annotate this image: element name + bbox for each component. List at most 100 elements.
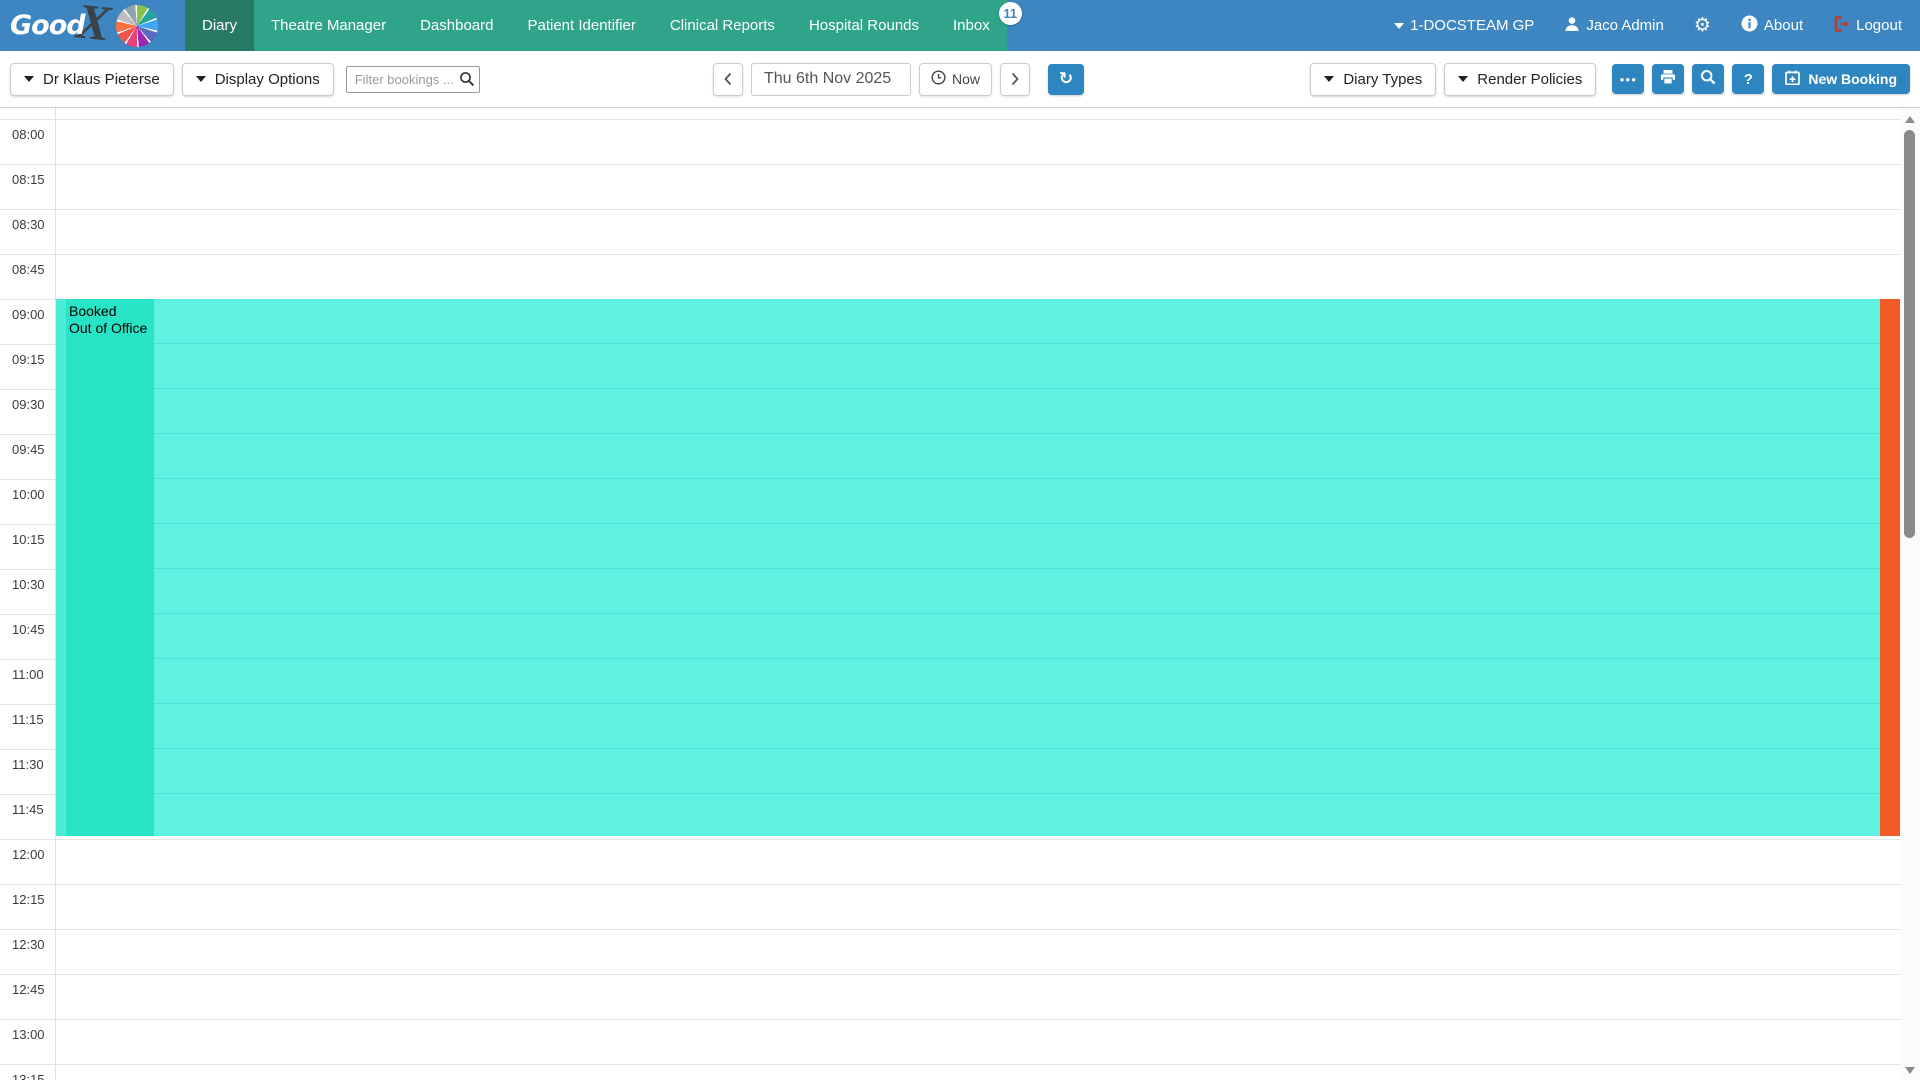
time-label: 10:30 [0, 570, 55, 614]
time-label: 08:15 [0, 165, 55, 209]
nav-item-dashboard[interactable]: Dashboard [403, 0, 510, 51]
vertical-scrollbar[interactable] [1900, 108, 1920, 1080]
time-label: 09:45 [0, 435, 55, 479]
help-button[interactable]: ? [1732, 64, 1764, 94]
nav-item-clinical-reports[interactable]: Clinical Reports [653, 0, 792, 51]
about-label: About [1764, 17, 1803, 34]
display-options-label: Display Options [215, 71, 320, 88]
time-label: 08:30 [0, 210, 55, 254]
time-label: 13:15 [0, 1065, 55, 1080]
logout-label: Logout [1856, 17, 1902, 34]
caret-down-icon [1324, 76, 1334, 82]
search-icon[interactable] [459, 71, 475, 92]
printer-icon [1660, 69, 1676, 90]
time-label: 12:45 [0, 975, 55, 1019]
date-display[interactable]: Thu 6th Nov 2025 [751, 63, 911, 96]
question-mark-icon: ? [1744, 71, 1753, 88]
search-icon [1700, 69, 1716, 90]
booking-status-strip [56, 299, 154, 836]
time-label: 11:30 [0, 750, 55, 794]
booking-block[interactable]: Booked Out of Office [56, 299, 1900, 836]
user-menu[interactable]: Jaco Admin [1564, 16, 1664, 36]
time-slot-row: 12:45 [0, 974, 1900, 1019]
time-slot-row: 08:15 [0, 164, 1900, 209]
render-policies-dropdown[interactable]: Render Policies [1444, 63, 1596, 96]
nav-item-label: Clinical Reports [670, 17, 775, 34]
diary-slot-cell[interactable] [55, 210, 1900, 254]
display-options-dropdown[interactable]: Display Options [182, 63, 334, 96]
goodx-logo-text: Good [10, 10, 85, 41]
diary-slot-cell[interactable] [55, 1065, 1900, 1080]
practice-name: 1-DOCSTEAM GP [1410, 17, 1534, 34]
diary-slot-cell[interactable] [55, 165, 1900, 209]
print-button[interactable] [1652, 64, 1684, 94]
search-booking-button[interactable] [1692, 64, 1724, 94]
time-label: 11:45 [0, 795, 55, 839]
time-label: 12:15 [0, 885, 55, 929]
time-label: 12:30 [0, 930, 55, 974]
nav-item-inbox[interactable]: Inbox11 [936, 0, 1007, 51]
top-navigation-bar: Good X Diary Theatre Manager DashboardPati… [0, 0, 1920, 51]
previous-day-button[interactable] [713, 63, 743, 96]
settings-button[interactable]: ⚙ [1694, 16, 1711, 35]
next-day-button[interactable] [1000, 63, 1030, 96]
user-icon [1564, 16, 1580, 36]
time-slot-row: 13:00 [0, 1019, 1900, 1064]
time-label: 10:45 [0, 615, 55, 659]
nav-item-patient-identifier[interactable]: Patient Identifier [510, 0, 652, 51]
gear-icon: ⚙ [1694, 16, 1711, 35]
diary-slot-cell[interactable] [55, 840, 1900, 884]
diary-slot-cell[interactable] [55, 885, 1900, 929]
diary-slot-cell[interactable] [55, 120, 1900, 164]
practice-selector[interactable]: 1-DOCSTEAM GP [1394, 17, 1534, 34]
diary-slot-cell[interactable] [55, 1020, 1900, 1064]
new-booking-label: New Booking [1808, 71, 1897, 87]
nav-item-diary[interactable]: Diary [185, 0, 254, 51]
main-nav-menu: Diary Theatre Manager DashboardPatient Ide… [185, 0, 1007, 51]
nav-item-theatre-manager[interactable]: Theatre Manager [254, 0, 403, 51]
inbox-badge: 11 [999, 2, 1022, 25]
info-icon [1741, 15, 1758, 36]
about-link[interactable]: About [1741, 15, 1803, 36]
diary-calendar: 08:0008:1508:3008:4509:0009:1509:3009:45… [0, 107, 1920, 1080]
time-slot-row: 12:30 [0, 929, 1900, 974]
scroll-up-arrow-icon[interactable] [1905, 116, 1915, 123]
diary-slot-cell[interactable] [55, 255, 1900, 299]
nav-item-label: Theatre Manager [271, 17, 386, 34]
toolbar-right-group: Diary Types Render Policies ●●● ? New Bo… [1310, 51, 1910, 107]
refresh-button[interactable]: ↻ [1048, 64, 1084, 95]
diary-types-dropdown[interactable]: Diary Types [1310, 63, 1436, 96]
booking-right-strip [1880, 299, 1900, 836]
diary-slot-cell[interactable] [55, 930, 1900, 974]
scrollbar-thumb[interactable] [1904, 130, 1915, 538]
time-slot-row: 13:15 [0, 1064, 1900, 1080]
nav-item-label: Inbox [953, 17, 990, 34]
now-button[interactable]: Now [919, 63, 992, 96]
goodx-logo[interactable]: Good X [0, 0, 185, 51]
time-label: 09:00 [0, 300, 55, 344]
calendar-plus-icon [1785, 70, 1800, 88]
goodx-pinwheel-icon [116, 5, 158, 47]
nav-item-hospital-rounds[interactable]: Hospital Rounds [792, 0, 936, 51]
time-slot-row: 08:30 [0, 209, 1900, 254]
diary-slot-cell[interactable] [55, 975, 1900, 1019]
ellipsis-icon: ●●● [1620, 75, 1638, 84]
time-label: 10:00 [0, 480, 55, 524]
caret-down-icon [196, 76, 206, 82]
doctor-dropdown[interactable]: Dr Klaus Pieterse [10, 63, 174, 96]
render-policies-label: Render Policies [1477, 71, 1582, 88]
time-label: 12:00 [0, 840, 55, 884]
now-label: Now [952, 71, 980, 87]
filter-bookings-wrap [346, 66, 480, 93]
new-booking-button[interactable]: New Booking [1772, 64, 1910, 94]
toolbar-left-group: Dr Klaus Pieterse Display Options [10, 51, 480, 107]
caret-down-icon [24, 76, 34, 82]
booking-reason: Out of Office [69, 320, 147, 337]
time-label: 09:30 [0, 390, 55, 434]
booking-status: Booked [69, 303, 147, 320]
more-options-button[interactable]: ●●● [1612, 64, 1644, 94]
time-label: 11:15 [0, 705, 55, 749]
scroll-down-arrow-icon[interactable] [1905, 1067, 1915, 1074]
time-slot-row: 08:00 [0, 119, 1900, 164]
logout-link[interactable]: Logout [1833, 16, 1902, 36]
